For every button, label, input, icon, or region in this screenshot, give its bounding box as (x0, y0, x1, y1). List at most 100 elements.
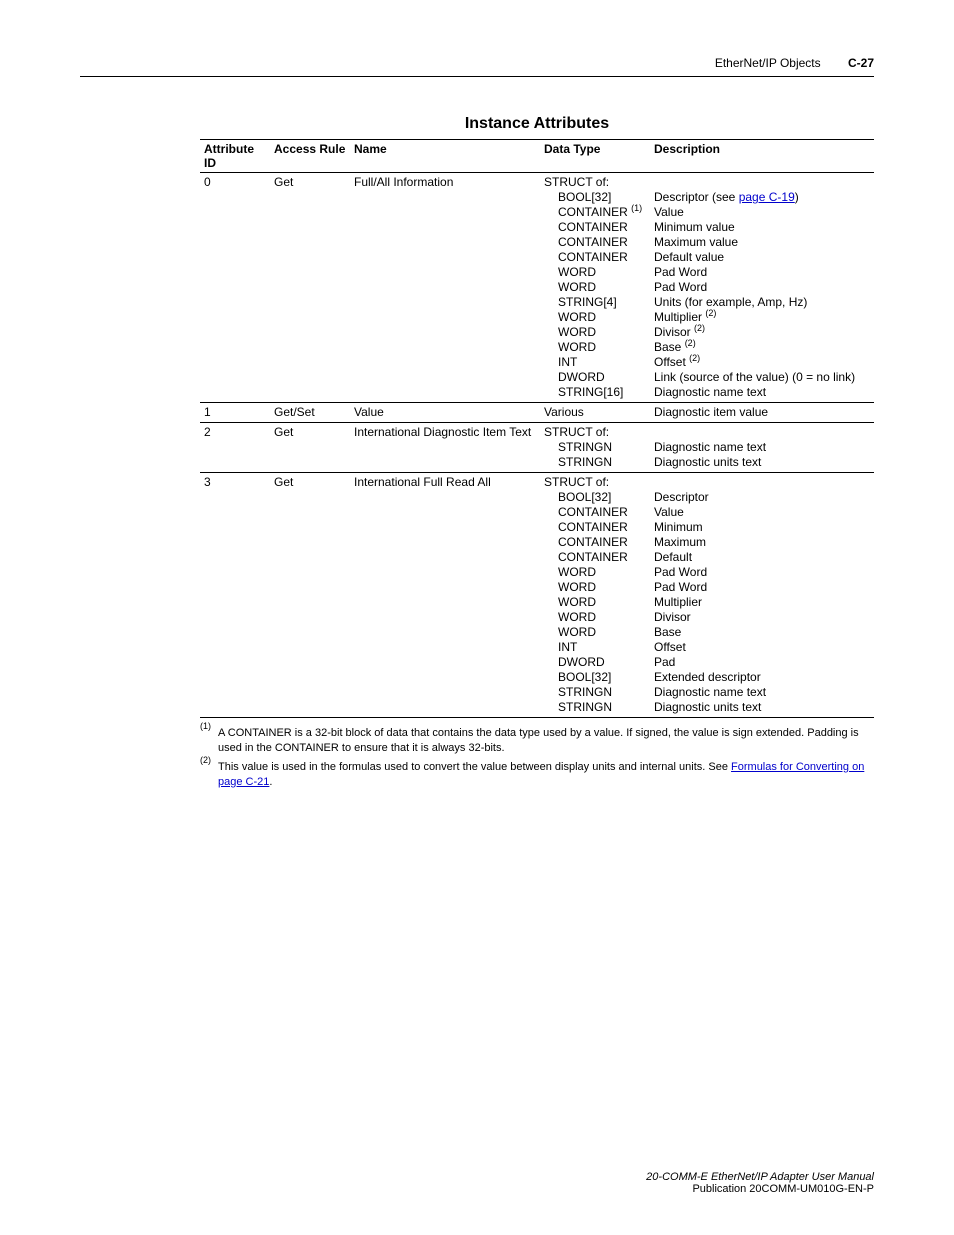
type-line: CONTAINER (544, 220, 646, 235)
header-page: C-27 (848, 56, 874, 70)
cell-name: Full/All Information (350, 173, 540, 403)
desc-line: Maximum (654, 535, 870, 550)
type-line: WORD (544, 580, 646, 595)
desc-line: Diagnostic name text (654, 440, 870, 455)
type-line: CONTAINER (544, 250, 646, 265)
desc-line: Units (for example, Amp, Hz) (654, 295, 870, 310)
col-attr-id: Attribute ID (200, 140, 270, 173)
footnote-1: (1) A CONTAINER is a 32-bit block of dat… (200, 726, 874, 756)
cell-data-type: STRUCT of: BOOL[32] CONTAINER (1) CONTAI… (540, 173, 650, 403)
desc-line: Divisor (654, 610, 870, 625)
desc-line: Link (source of the value) (0 = no link) (654, 370, 870, 385)
type-line: BOOL[32] (544, 670, 646, 685)
type-line: CONTAINER (544, 550, 646, 565)
page-c19-link[interactable]: page C-19 (739, 190, 795, 204)
col-description: Description (650, 140, 874, 173)
type-line: WORD (544, 340, 646, 355)
cell-attr-id: 3 (200, 473, 270, 718)
type-line: STRINGN (544, 455, 646, 470)
table-row: 0 Get Full/All Information STRUCT of: BO… (200, 173, 874, 403)
cell-description: Diagnostic name text Diagnostic units te… (650, 423, 874, 473)
desc-line: Offset (654, 640, 870, 655)
type-head: STRUCT of: (544, 475, 609, 489)
cell-data-type: STRUCT of: BOOL[32] CONTAINER CONTAINER … (540, 473, 650, 718)
cell-access-rule: Get (270, 423, 350, 473)
type-line: STRING[16] (544, 385, 646, 400)
cell-data-type: Various (540, 403, 650, 423)
type-line: WORD (544, 625, 646, 640)
type-line: WORD (544, 265, 646, 280)
desc-line: Default (654, 550, 870, 565)
type-line: WORD (544, 310, 646, 325)
attributes-table: Attribute ID Access Rule Name Data Type … (200, 139, 874, 718)
cell-access-rule: Get/Set (270, 403, 350, 423)
table-title: Instance Attributes (200, 115, 874, 133)
desc-line: Descriptor (see page C-19) (654, 190, 870, 205)
cell-name: International Diagnostic Item Text (350, 423, 540, 473)
type-line: CONTAINER (1) (544, 205, 646, 220)
cell-name: International Full Read All (350, 473, 540, 718)
footnote-ref-icon: (2) (694, 323, 705, 333)
desc-line: Pad Word (654, 565, 870, 580)
cell-attr-id: 2 (200, 423, 270, 473)
footnote-ref-icon: (2) (705, 308, 716, 318)
cell-access-rule: Get (270, 473, 350, 718)
desc-line: Diagnostic name text (654, 685, 870, 700)
footnote-ref-icon: (1) (631, 203, 642, 213)
type-line: INT (544, 355, 646, 370)
col-access-rule: Access Rule (270, 140, 350, 173)
cell-description: Diagnostic item value (650, 403, 874, 423)
footnote-number: (1) (200, 721, 211, 731)
footnote-2: (2) This value is used in the formulas u… (200, 760, 874, 790)
desc-line: Extended descriptor (654, 670, 870, 685)
desc-line: Base (654, 625, 870, 640)
type-line: CONTAINER (544, 535, 646, 550)
desc-line: Diagnostic name text (654, 385, 870, 400)
desc-line: Multiplier (654, 595, 870, 610)
desc-line: Multiplier (2) (654, 310, 870, 325)
cell-access-rule: Get (270, 173, 350, 403)
type-line: STRINGN (544, 700, 646, 715)
type-line: BOOL[32] (544, 490, 646, 505)
type-head: STRUCT of: (544, 425, 609, 439)
desc-line: Pad Word (654, 280, 870, 295)
type-line: WORD (544, 565, 646, 580)
footnote-text: This value is used in the formulas used … (218, 760, 874, 790)
desc-line: Pad Word (654, 265, 870, 280)
type-line: STRINGN (544, 685, 646, 700)
desc-line: Minimum (654, 520, 870, 535)
desc-line: Pad Word (654, 580, 870, 595)
desc-line: Minimum value (654, 220, 870, 235)
type-line: WORD (544, 610, 646, 625)
desc-line: Maximum value (654, 235, 870, 250)
type-line: STRINGN (544, 440, 646, 455)
desc-line: Default value (654, 250, 870, 265)
desc-line: Value (654, 205, 870, 220)
type-head: STRUCT of: (544, 175, 609, 189)
desc-line: Offset (2) (654, 355, 870, 370)
type-line: DWORD (544, 655, 646, 670)
type-line: CONTAINER (544, 520, 646, 535)
desc-line: Pad (654, 655, 870, 670)
desc-line: Descriptor (654, 490, 870, 505)
desc-line: Base (2) (654, 340, 870, 355)
cell-data-type: STRUCT of: STRINGN STRINGN (540, 423, 650, 473)
footnote-ref-icon: (2) (689, 353, 700, 363)
col-data-type: Data Type (540, 140, 650, 173)
type-line: CONTAINER (544, 505, 646, 520)
footnote-number: (2) (200, 755, 211, 765)
cell-name: Value (350, 403, 540, 423)
footer-publication: Publication 20COMM-UM010G-EN-P (646, 1183, 874, 1195)
desc-line: Diagnostic units text (654, 700, 870, 715)
footnote-text: A CONTAINER is a 32-bit block of data th… (218, 726, 874, 756)
footnotes: (1) A CONTAINER is a 32-bit block of dat… (200, 726, 874, 789)
type-line: DWORD (544, 370, 646, 385)
cell-attr-id: 1 (200, 403, 270, 423)
page-header: EtherNet/IP Objects C-27 (80, 56, 874, 77)
type-line: WORD (544, 325, 646, 340)
footnote-ref-icon: (2) (685, 338, 696, 348)
table-row: 3 Get International Full Read All STRUCT… (200, 473, 874, 718)
type-line: INT (544, 640, 646, 655)
type-line: STRING[4] (544, 295, 646, 310)
type-line: WORD (544, 280, 646, 295)
